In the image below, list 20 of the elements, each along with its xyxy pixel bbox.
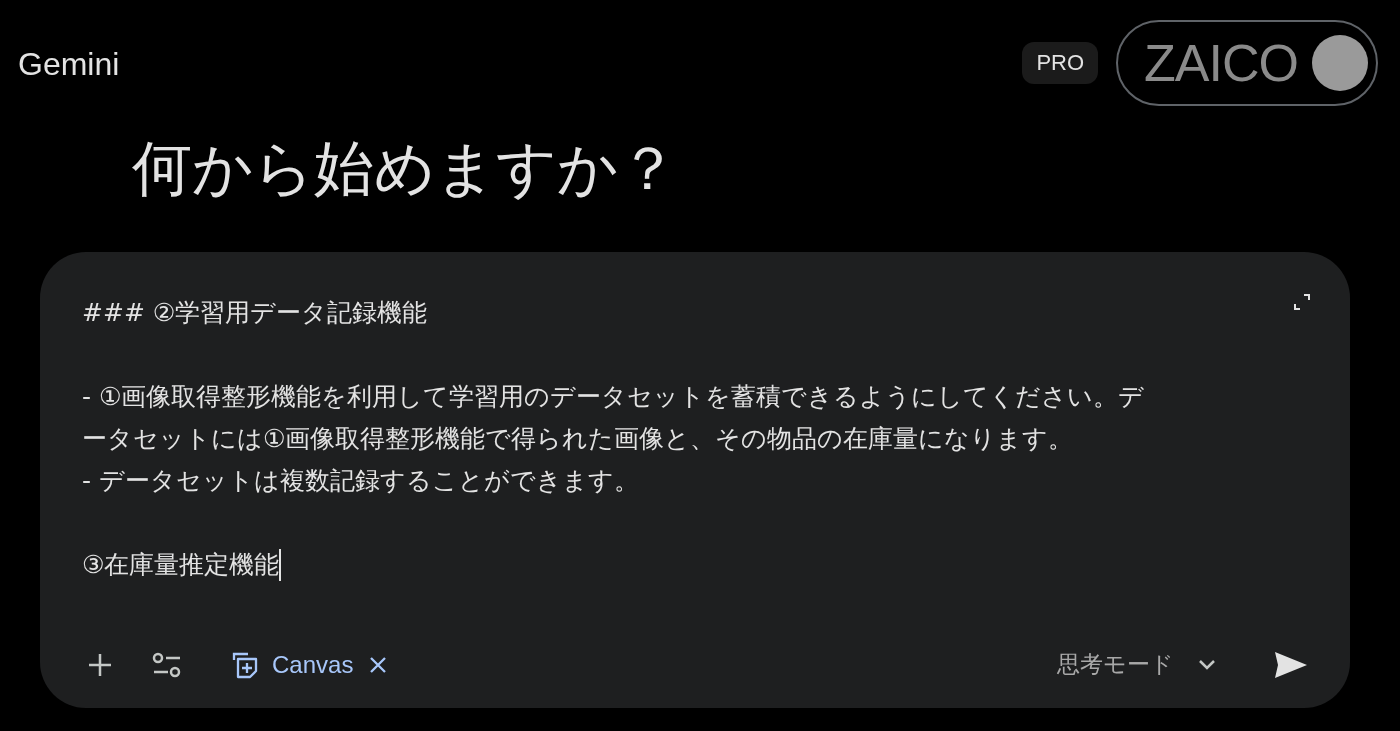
app-title: Gemini	[18, 45, 120, 83]
canvas-tool-chip[interactable]: Canvas	[226, 645, 358, 684]
prompt-text-line: - ①画像取得整形機能を利用して学習用のデータセットを蓄積できるようにしてください。デ	[82, 381, 1146, 413]
expand-icon	[1292, 292, 1312, 312]
prompt-input-card[interactable]: ### ②学習用データ記録機能 - ①画像取得整形機能を利用して学習用のデータセットを蓄積できるようにしてください。デ ータセットには①画像取得整形機能で得られた画像と、その物品の在庫量になります。 - データセットは複数記録することができます。 ③在庫量推定機能 Canvas 思考モード	[40, 252, 1350, 708]
plan-badge: PRO	[1022, 42, 1099, 84]
mode-dropdown[interactable]: 思考モード	[1053, 645, 1220, 684]
text-cursor	[279, 549, 282, 581]
prompt-text-line: ータセットには①画像取得整形機能で得られた画像と、その物品の在庫量になります。	[82, 423, 1075, 455]
send-icon	[1274, 650, 1308, 679]
prompt-text-line: - データセットは複数記録することができます。	[82, 465, 640, 497]
prompt-text-line: ### ②学習用データ記録機能	[82, 297, 429, 329]
sliders-icon	[152, 651, 182, 678]
chevron-down-icon	[1198, 658, 1216, 671]
greeting-heading: 何から始めますか？	[132, 132, 679, 204]
close-icon	[369, 655, 388, 674]
account-logo-text: ZAICO	[1144, 33, 1298, 93]
account-button[interactable]: ZAICO	[1116, 20, 1378, 106]
prompt-text-line: ③在庫量推定機能	[82, 549, 280, 581]
avatar-photo-placeholder	[1312, 35, 1368, 91]
